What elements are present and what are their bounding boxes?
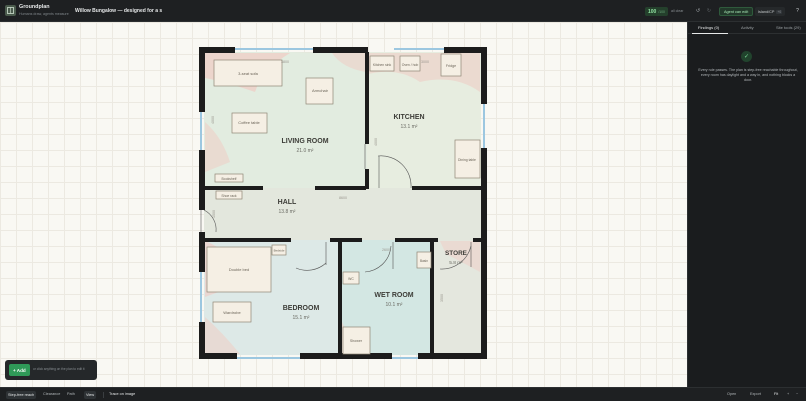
score-badge[interactable]: 100 /100 [645,7,668,16]
dimension-label: 4000 [374,138,378,146]
mcp-button[interactable]: Island/CP +0 [755,7,786,16]
furniture-label: Armchair [312,88,329,93]
dimension-label: 4000 [211,116,215,124]
tab-activity[interactable]: Activity [741,25,754,30]
room-area-store: 5.8 m² [449,260,463,266]
project-title[interactable]: Willow Bungalow — designed for a s [75,8,162,14]
dimension-label: 1500 [212,210,216,218]
trace-on-image-button[interactable]: Trace on image [109,392,135,396]
fit-button[interactable]: Fit [774,392,778,396]
zoom-in-button[interactable]: + [787,392,789,396]
bottom-bar: Step-free reach Clearance Path View Trac… [0,387,806,401]
add-panel: + Add or click anything on the plan to e… [5,360,97,380]
plan-canvas[interactable]: 3-seat sofa Armchair Coffee table Booksh… [0,22,687,387]
app-root: Groundplan Humans draw, agents measure W… [0,0,806,401]
furniture-label: Kitchen sink [373,63,392,67]
export-button[interactable]: Export [750,392,761,396]
furniture-label: Basin [420,259,428,263]
room-area-living: 21.0 m² [297,148,314,154]
agent-can-edit-toggle[interactable]: Agent can edit [719,7,754,16]
room-name-wetroom: WET ROOM [374,292,413,299]
side-panel: Findings (0) Activity Site tools (29) ✓ … [687,22,806,387]
dimension-label: 3500 [440,294,444,302]
divider [103,392,104,398]
room-name-living: LIVING ROOM [281,138,328,145]
furniture-label: Shoe rack [221,194,237,198]
room-name-bedroom: BEDROOM [283,305,320,312]
view-toggle[interactable]: View [84,391,97,399]
dimension-label: 8600 [339,196,347,200]
room-area-wetroom: 10.1 m² [386,302,403,308]
app-name: Groundplan [19,4,50,10]
path-toggle[interactable]: Path [67,392,75,396]
furniture-label: WC [348,277,354,281]
dimension-label: 3800 [281,60,289,64]
mcp-badge: +0 [776,9,783,14]
furniture-label: Oven / hob [402,63,419,67]
room-area-hall: 13.8 m² [279,209,296,215]
panel-tabs: Findings (0) Activity Site tools (29) [688,22,806,34]
furniture-label: Shower [350,339,363,343]
room-name-hall: HALL [278,199,297,206]
room-area-bedroom: 15.1 m² [293,315,310,321]
furniture-label: 3-seat sofa [238,71,259,76]
furniture-label: Wardrobe [223,310,241,315]
active-tab-indicator [692,33,728,34]
status-text: all clear [671,9,684,13]
findings-summary: Every rule passes. The plan is step-free… [698,68,798,83]
app-subtitle: Humans draw, agents measure [19,12,69,16]
check-icon: ✓ [741,51,752,62]
redo-button[interactable]: ↻ [706,7,712,15]
step-free-reach-toggle[interactable]: Step-free reach [6,391,37,399]
add-button[interactable]: + Add [9,364,30,376]
furniture-label: Coffee table [238,120,260,125]
score-value: 100 [648,8,657,15]
room-area-kitchen: 13.1 m² [401,124,418,130]
furniture-label: Bookshelf [222,177,237,181]
tab-findings[interactable]: Findings (0) [698,25,719,30]
clearance-toggle[interactable]: Clearance [43,392,60,396]
groundplan-logo-icon [5,5,16,16]
dimension-label: 2600 [382,248,390,252]
furniture-label: Bedside [274,249,285,253]
score-unit: /100 [658,9,665,14]
tab-site-tools[interactable]: Site tools (29) [776,25,801,30]
open-button[interactable]: Open [727,392,736,396]
mcp-label: Island/CP [758,9,775,14]
top-bar: Groundplan Humans draw, agents measure W… [0,0,806,22]
room-name-kitchen: KITCHEN [393,114,424,121]
room-name-store: STORE [445,250,468,257]
help-button[interactable]: ? [794,7,801,15]
furniture-label: Dining table [458,158,476,162]
furniture-label: Double bed [229,267,249,272]
undo-button[interactable]: ↺ [695,7,701,15]
furniture-label: Fridge [446,64,456,68]
add-hint: or click anything on the plan to edit it [33,367,85,371]
floor-plan[interactable]: 3-seat sofa Armchair Coffee table Booksh… [0,22,687,387]
zoom-out-button[interactable]: − [796,392,798,396]
dimension-label: 3000 [421,60,429,64]
